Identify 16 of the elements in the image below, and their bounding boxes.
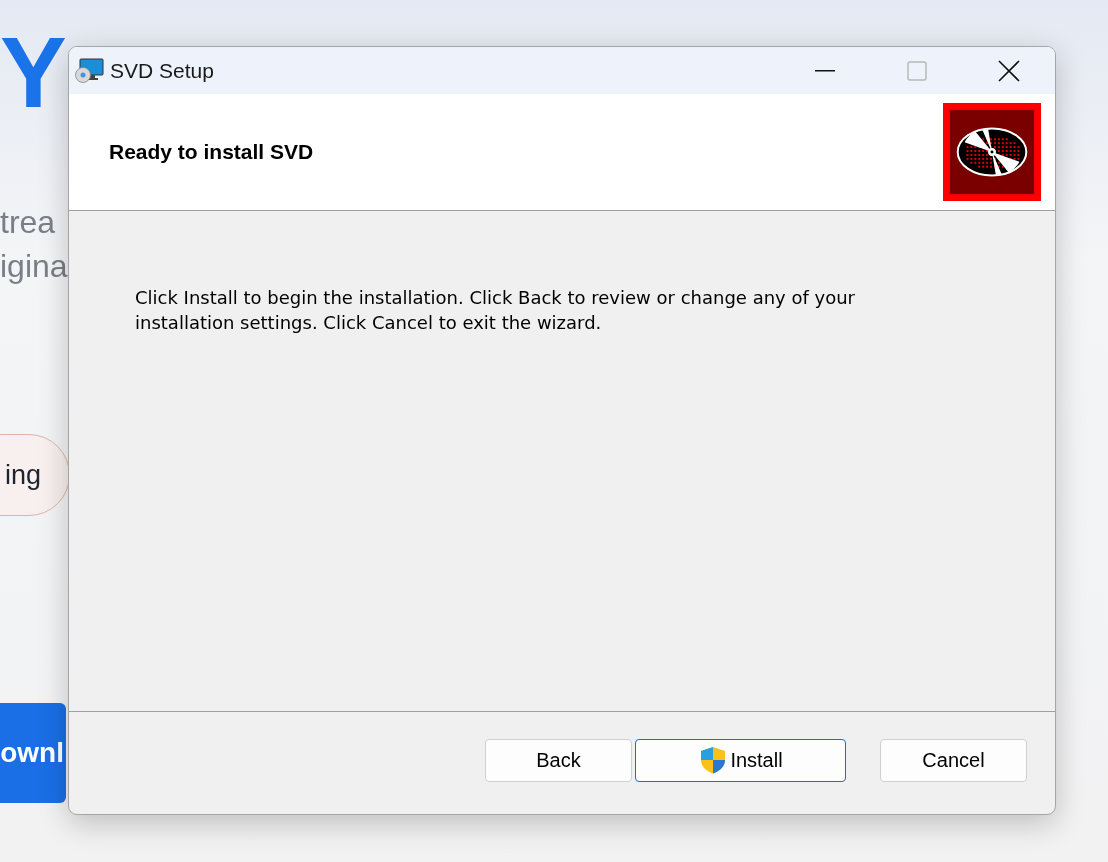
wizard-button[interactable]: Back xyxy=(485,738,632,782)
maximize-icon xyxy=(907,60,927,81)
minimize-icon xyxy=(815,69,835,72)
wizard-button[interactable]: Cancel xyxy=(880,738,1027,782)
page-heading: Y xyxy=(0,22,67,122)
disc-logo-icon xyxy=(943,103,1041,201)
download-button[interactable]: ownl xyxy=(0,703,66,803)
page-text: igina xyxy=(0,250,68,282)
instruction-text: Click Install to begin the installation. Click Back to review or change any of your installation settings. Click Cancel to exit the wizard. xyxy=(135,286,856,335)
page-text: trea xyxy=(0,206,56,238)
window-title: SVD Setup xyxy=(110,58,215,83)
install-button[interactable]: Install xyxy=(635,738,846,782)
page-button[interactable]: ing xyxy=(0,434,68,516)
monitor-disc-icon xyxy=(74,57,104,84)
close-icon xyxy=(998,59,1020,82)
header-title: Ready to install SVD xyxy=(109,140,314,164)
